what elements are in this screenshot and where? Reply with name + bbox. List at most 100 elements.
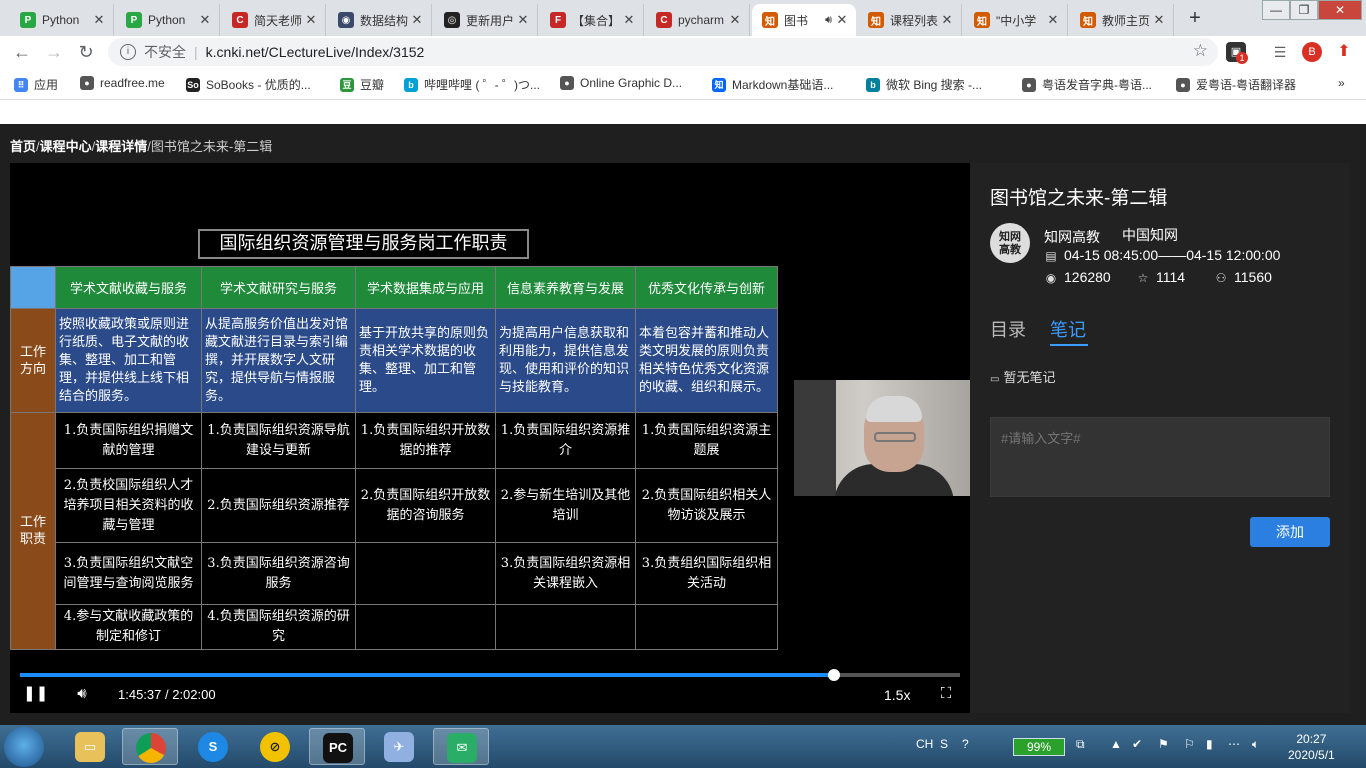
update-icon[interactable]: ⬆ — [1334, 42, 1354, 62]
bookmark-item[interactable]: 豆豆瓣 — [340, 76, 384, 93]
breadcrumb-home[interactable]: 首页 — [10, 139, 36, 154]
breadcrumb-course-detail[interactable]: 课程详情 — [95, 139, 147, 154]
duty-cell: 4.参与文献收藏政策的制定和修订 — [55, 604, 202, 650]
forward-button[interactable]: → — [42, 40, 66, 64]
tray-sogou-icon[interactable]: S — [940, 737, 948, 751]
gauge-icon: ⊘ — [260, 732, 290, 762]
taskbar-sogou[interactable]: S — [185, 728, 241, 765]
taskbar-pycharm[interactable]: PC — [309, 728, 365, 765]
pause-button[interactable]: ❚❚ — [23, 683, 48, 705]
audio-icon[interactable]: 🔊︎ — [825, 14, 832, 27]
browser-tab[interactable]: ◉ 数据结构 ✕ — [328, 4, 432, 36]
duty-cell: 3.负责国际组织文献空间管理与查询阅览服务 — [55, 542, 202, 605]
org-name[interactable]: 知网高教 — [1044, 227, 1100, 247]
close-tab-icon[interactable]: ✕ — [91, 12, 107, 28]
help-icon[interactable]: ? — [962, 737, 969, 751]
close-tab-icon[interactable]: ✕ — [939, 12, 955, 28]
close-tab-icon[interactable]: ✕ — [303, 12, 319, 28]
add-note-button[interactable]: 添加 — [1250, 517, 1330, 547]
bookmark-item[interactable]: ⠿ 应用 — [14, 76, 58, 93]
system-clock[interactable]: 20:27 2020/5/1 — [1288, 731, 1335, 763]
org-name-secondary[interactable]: 中国知网 — [1122, 225, 1178, 245]
close-tab-icon[interactable]: ✕ — [727, 12, 743, 28]
browser-tab[interactable]: P Python ✕ — [116, 4, 220, 36]
bookmark-item[interactable]: ● 爱粤语-粤语翻译器 — [1176, 76, 1296, 93]
close-tab-icon[interactable]: ✕ — [1151, 12, 1167, 28]
tab-title: 教师主页 — [1102, 13, 1151, 28]
fullscreen-icon[interactable]: ⛶ — [935, 683, 957, 705]
bookmark-item[interactable]: ● 粤语发音字典-粤语... — [1022, 76, 1152, 93]
tray-device-icon[interactable]: ⧉ — [1076, 737, 1085, 752]
video-player[interactable]: 国际组织资源管理与服务岗工作职责 学术文献收藏与服务 学术文献研究与服务 学术数… — [10, 163, 970, 713]
progress-knob[interactable] — [827, 669, 840, 681]
duty-cell: 1.负责国际组织捐赠文献的管理 — [55, 412, 202, 469]
note-input[interactable] — [990, 417, 1330, 497]
taskbar-chrome[interactable] — [122, 728, 178, 765]
minimize-button[interactable]: — — [1262, 0, 1290, 20]
browser-tab[interactable]: F 【集合】 ✕ — [540, 4, 644, 36]
wifi-icon[interactable]: ⋯ — [1228, 737, 1240, 751]
url-text[interactable]: k.cnki.net/CLectureLive/Index/3152 — [206, 44, 425, 60]
close-tab-icon[interactable]: ✕ — [834, 12, 850, 28]
bookmark-item[interactable]: b 微软 Bing 搜索 -... — [866, 76, 982, 93]
input-language[interactable]: CH — [916, 737, 933, 751]
tray-battery-icon[interactable]: ▮ — [1206, 737, 1213, 751]
tray-check-icon[interactable]: ✔ — [1132, 737, 1142, 751]
volume-icon[interactable]: 🔊︎ — [71, 683, 93, 705]
progress-bar[interactable] — [20, 669, 960, 681]
close-tab-icon[interactable]: ✕ — [197, 12, 213, 28]
taskbar-wechat[interactable]: ✉ — [433, 728, 489, 765]
close-tab-icon[interactable]: ✕ — [515, 12, 531, 28]
taskbar-app-yellow[interactable]: ⊘ — [247, 728, 303, 765]
duty-cell: 1.负责国际组织资源导航建设与更新 — [201, 412, 356, 469]
speed-button[interactable]: 1.5x — [884, 687, 910, 703]
browser-tab[interactable]: C 简天老师 ✕ — [222, 4, 326, 36]
browser-tab[interactable]: Cpycharm ✕ — [646, 4, 750, 36]
breadcrumb-course-center[interactable]: 课程中心 — [40, 139, 92, 154]
tab-toc[interactable]: 目录 — [990, 316, 1026, 342]
speaker-icon[interactable]: 🔈︎ — [1252, 737, 1259, 752]
speaker-hair — [866, 396, 922, 422]
bookmark-item[interactable]: ● readfree.me — [80, 76, 165, 90]
bookmark-item[interactable]: So SoBooks - 优质的... — [186, 76, 311, 93]
maximize-button[interactable]: ❐ — [1290, 0, 1318, 20]
taskbar-explorer[interactable]: ▭ — [62, 728, 118, 765]
bookmark-item[interactable]: 知 Markdown基础语... — [712, 76, 833, 93]
back-button[interactable]: ← — [10, 40, 34, 64]
more-bookmarks-button[interactable]: » — [1338, 76, 1345, 90]
window-close-button[interactable]: ✕ — [1318, 0, 1362, 20]
tab-notes[interactable]: 笔记 — [1050, 316, 1086, 342]
tray-expand-icon[interactable]: ▲ — [1110, 737, 1122, 751]
browser-tab[interactable]: P Python ✕ — [10, 4, 114, 36]
clock-date: 2020/5/1 — [1288, 748, 1335, 762]
close-tab-icon[interactable]: ✕ — [409, 12, 425, 28]
browser-tab[interactable]: 知教师主页 ✕ — [1070, 4, 1174, 36]
tab-favicon-icon: C — [232, 12, 248, 28]
reload-button[interactable]: ↻ — [74, 40, 98, 64]
new-tab-button[interactable]: + — [1182, 6, 1208, 32]
browser-tab[interactable]: 知图书 🔊︎ ✕ — [752, 4, 856, 36]
browser-tab[interactable]: ◎ 更新用户 ✕ — [434, 4, 538, 36]
profile-avatar[interactable]: B — [1302, 42, 1322, 62]
stars-count[interactable]: ☆ 1114 — [1136, 269, 1185, 285]
bookmark-icon: ● — [1022, 77, 1036, 92]
battery-indicator[interactable]: 99% — [1013, 738, 1065, 756]
omnibox-separator: | — [194, 44, 198, 60]
close-tab-icon[interactable]: ✕ — [1045, 12, 1061, 28]
table-row-duty: 3.负责国际组织文献空间管理与查询阅览服务 3.负责国际组织资源咨询服务 3.负… — [11, 542, 778, 605]
taskbar-feishu[interactable]: ✈ — [371, 728, 427, 765]
browser-tab[interactable]: 知课程列表 ✕ — [858, 4, 962, 36]
start-button[interactable] — [4, 727, 44, 767]
info-icon[interactable]: i — [120, 44, 136, 60]
browser-tab[interactable]: 知 "中小学 ✕ — [964, 4, 1068, 36]
bookmark-item[interactable]: b 哔哩哔哩 ( ゜- ゜)つ... — [404, 76, 540, 93]
tray-flag-icon[interactable]: ⚐ — [1184, 737, 1195, 751]
reading-list-icon[interactable]: ☰ — [1270, 42, 1290, 62]
bookmark-star-icon[interactable]: ☆ — [1193, 41, 1208, 61]
bookmark-item[interactable]: ● Online Graphic D... — [560, 76, 682, 90]
close-tab-icon[interactable]: ✕ — [621, 12, 637, 28]
tab-title: 【集合】 — [572, 13, 621, 28]
omnibox[interactable]: i 不安全 | k.cnki.net/CLectureLive/Index/31… — [108, 38, 1218, 66]
breadcrumb-current: 图书馆之未来-第二辑 — [150, 139, 273, 154]
tray-network-icon[interactable]: ⚑ — [1158, 737, 1169, 751]
